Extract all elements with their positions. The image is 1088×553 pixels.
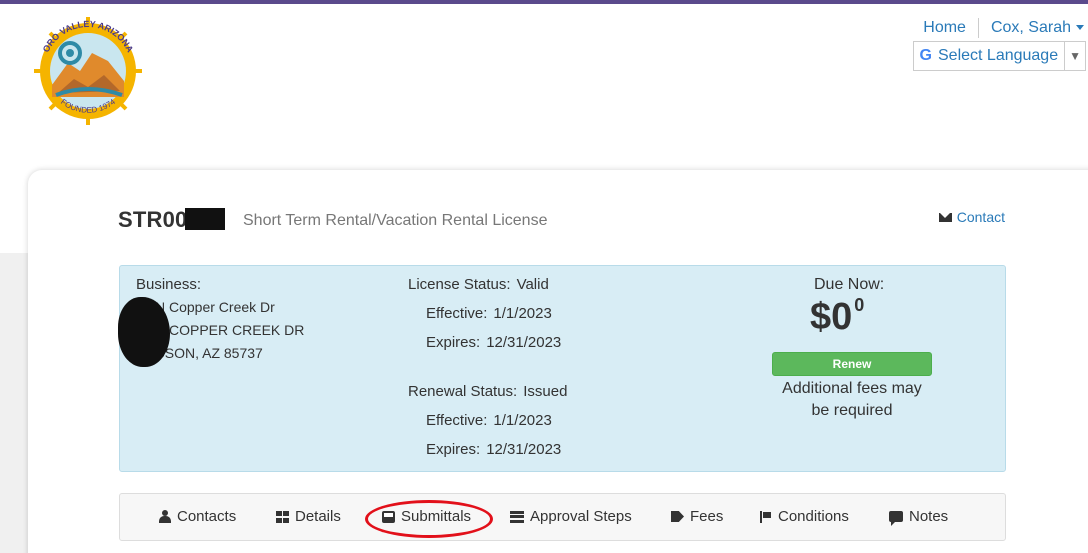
renewal-effective-value: 1/1/2023 bbox=[493, 412, 552, 429]
due-amount-cents: 0 bbox=[854, 295, 865, 315]
additional-fees-note: Additional fees may be required bbox=[782, 380, 922, 419]
license-status: License Status: Valid bbox=[408, 276, 549, 293]
address-line-2: N COPPER CREEK DR bbox=[155, 322, 305, 338]
license-expires: Expires: 12/31/2023 bbox=[426, 334, 561, 351]
renewal-expires-value: 12/31/2023 bbox=[486, 441, 562, 458]
top-navigation: Home Cox, Sarah bbox=[923, 18, 1084, 38]
license-effective: Effective: 1/1/2023 bbox=[426, 305, 552, 322]
redaction-scribble bbox=[118, 297, 170, 367]
renewal-status-value: Issued bbox=[523, 383, 568, 400]
oro-valley-logo[interactable]: ORO VALLEY ARIZONA FOUNDED 1974 bbox=[28, 9, 148, 129]
renewal-effective: Effective: 1/1/2023 bbox=[426, 412, 552, 429]
tab-approval-steps-label: Approval Steps bbox=[530, 508, 632, 525]
user-name: Cox, Sarah bbox=[990, 19, 1071, 36]
grid-icon bbox=[276, 510, 289, 523]
dropdown-arrow-icon[interactable]: ▼ bbox=[1064, 42, 1085, 70]
tab-conditions-label: Conditions bbox=[778, 508, 849, 525]
renewal-expires-label: Expires: bbox=[426, 441, 481, 458]
license-effective-label: Effective: bbox=[426, 305, 488, 322]
top-accent-bar bbox=[0, 0, 1088, 4]
tab-conditions[interactable]: Conditions bbox=[760, 508, 849, 525]
left-background-panel bbox=[0, 253, 30, 553]
person-icon bbox=[159, 510, 171, 523]
license-number-text: STR00 bbox=[118, 207, 188, 232]
flag-icon bbox=[760, 510, 772, 523]
user-menu[interactable]: Cox, Sarah bbox=[991, 19, 1084, 37]
home-link[interactable]: Home bbox=[923, 19, 966, 37]
annotation-circle bbox=[365, 500, 493, 538]
license-effective-value: 1/1/2023 bbox=[493, 305, 552, 322]
comment-icon bbox=[889, 511, 903, 526]
renewal-status-label: Renewal Status: bbox=[408, 383, 518, 400]
tab-approval-steps[interactable]: Approval Steps bbox=[510, 508, 632, 525]
license-status-label: License Status: bbox=[408, 276, 511, 293]
renewal-effective-label: Effective: bbox=[426, 412, 488, 429]
address-line-1: N Copper Creek Dr bbox=[155, 299, 275, 315]
business-label: Business: bbox=[136, 276, 202, 293]
google-icon: G bbox=[919, 47, 932, 64]
language-selector-label: Select Language bbox=[938, 47, 1059, 64]
renew-button[interactable]: Renew bbox=[772, 352, 932, 376]
contact-link[interactable]: Contact bbox=[938, 209, 1005, 225]
tab-notes[interactable]: Notes bbox=[889, 508, 949, 526]
nav-divider bbox=[977, 18, 979, 38]
license-type: Short Term Rental/Vacation Rental Licens… bbox=[243, 212, 548, 229]
redaction-mark bbox=[185, 208, 226, 230]
license-status-value: Valid bbox=[516, 276, 549, 293]
tab-notes-label: Notes bbox=[909, 508, 949, 525]
due-now-amount: $0 0 bbox=[810, 295, 864, 339]
tag-icon bbox=[671, 511, 684, 522]
license-expires-label: Expires: bbox=[426, 334, 481, 351]
renewal-status: Renewal Status: Issued bbox=[408, 383, 567, 400]
contact-label: Contact bbox=[956, 209, 1005, 225]
tab-contacts[interactable]: Contacts bbox=[159, 508, 236, 525]
envelope-icon bbox=[938, 212, 952, 222]
license-number: STR00 bbox=[118, 207, 226, 233]
tab-contacts-label: Contacts bbox=[177, 508, 237, 525]
due-now-label: Due Now: bbox=[814, 276, 885, 293]
language-selector[interactable]: G Select Language ▼ bbox=[912, 41, 1086, 71]
list-icon bbox=[510, 510, 524, 523]
due-amount-dollars: $0 bbox=[810, 296, 853, 338]
tab-fees-label: Fees bbox=[690, 508, 724, 525]
tab-fees[interactable]: Fees bbox=[671, 508, 723, 525]
caret-down-icon bbox=[1076, 25, 1084, 31]
license-expires-value: 12/31/2023 bbox=[486, 334, 562, 351]
tab-details[interactable]: Details bbox=[276, 508, 341, 525]
tab-details-label: Details bbox=[295, 508, 341, 525]
renewal-expires: Expires: 12/31/2023 bbox=[426, 441, 561, 458]
